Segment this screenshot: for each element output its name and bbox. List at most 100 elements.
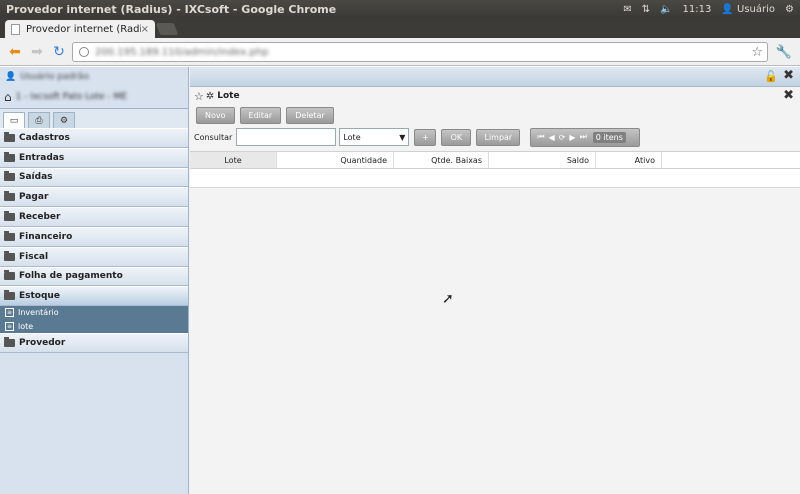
window-icon: ▭ [9, 115, 19, 126]
company-row[interactable]: ⌂ 1 - Ixcsoft Pato Lote - ME [0, 86, 188, 108]
tab-settings[interactable]: ⚙ [53, 112, 75, 128]
sidebar-item-fiscal[interactable]: Fiscal [0, 246, 188, 267]
sidebar-item-cadastros[interactable]: Cadastros [0, 128, 188, 148]
column-lote[interactable]: Lote [190, 152, 277, 168]
sidebar-subitem-label: Inventário [18, 308, 59, 318]
sidebar-item-label: Financeiro [19, 231, 73, 242]
folder-icon [4, 290, 15, 301]
os-top-bar: Provedor internet (Radius) - IXCsoft - G… [0, 0, 800, 18]
forward-arrow-icon[interactable]: ➡ [26, 44, 48, 60]
first-page-icon[interactable]: ⏮ [537, 132, 544, 142]
folder-icon [4, 191, 15, 202]
sidebar-item-folha[interactable]: Folha de pagamento [0, 266, 188, 287]
volume-icon[interactable]: 🔈 [660, 4, 672, 15]
column-quantidade[interactable]: Quantidade [277, 152, 394, 168]
novo-button[interactable]: Novo [196, 106, 235, 124]
sidebar-item-label: Cadastros [19, 132, 70, 143]
browser-tabstrip: Provedor internet (Radius) × [0, 18, 800, 38]
sidebar-item-estoque[interactable]: Estoque [0, 286, 188, 307]
sidebar-item-label: Entradas [19, 152, 65, 163]
column-ativo[interactable]: Ativo [596, 152, 662, 168]
refresh-gear-icon[interactable]: ✲ [206, 91, 214, 102]
settings-gear-icon[interactable]: ⚙ [785, 4, 794, 15]
pager: ⏮ ◀ ⟳ ▶ ⏭ 0 itens [530, 127, 641, 147]
new-tab-button[interactable] [155, 23, 179, 35]
prev-page-icon[interactable]: ◀ [549, 133, 555, 142]
sidebar-item-label: Fiscal [19, 251, 49, 262]
folder-icon [4, 270, 15, 281]
column-filler [662, 152, 800, 168]
document-icon: ≡ [5, 321, 14, 331]
editar-button[interactable]: Editar [239, 106, 282, 124]
sidebar-item-entradas[interactable]: Entradas [0, 147, 188, 168]
sidebar-item-label: Estoque [19, 291, 60, 302]
mail-icon[interactable]: ✉ [623, 4, 631, 15]
refresh-icon[interactable]: ⟳ [559, 133, 566, 142]
sidebar-item-receber[interactable]: Receber [0, 207, 188, 227]
sidebar-item-saidas[interactable]: Saídas [0, 167, 188, 188]
tab-close-icon[interactable]: × [141, 24, 149, 35]
add-filter-button[interactable]: + [414, 128, 437, 146]
folder-icon [4, 151, 15, 162]
sidebar-item-financeiro[interactable]: Financeiro [0, 226, 188, 247]
tab-title: Provedor internet (Radius) [26, 23, 141, 35]
column-qtde-baixas[interactable]: Qtde. Baixas [394, 152, 489, 168]
main-content: 🔓 ✖ ☆ ✲ Lote ✖ Novo Editar Deletar Consu… [190, 67, 800, 494]
browser-toolbar: ⬅ ➡ ↻ 200.195.189.110/admin/index.php ☆ … [0, 38, 800, 66]
address-bar[interactable]: 200.195.189.110/admin/index.php ☆ [72, 42, 768, 62]
sidebar-item-provedor[interactable]: Provedor [0, 333, 188, 353]
panel-close-icon[interactable]: ✖ [783, 88, 794, 103]
user-icon: 👤 [5, 71, 17, 82]
bookmark-star-icon[interactable]: ☆ [751, 45, 767, 60]
reload-icon[interactable]: ↻ [48, 44, 70, 60]
close-icon[interactable]: ✖ [783, 68, 794, 83]
favorite-star-icon[interactable]: ☆ [194, 90, 204, 103]
wrench-menu-icon[interactable]: 🔧 [776, 45, 792, 60]
clock[interactable]: 11:13 [683, 4, 712, 15]
system-tray: ✉ ⇅ 🔈 11:13 👤 Usuário ⚙ [623, 4, 800, 15]
app-area: 👤 Usuário padrão ⌂ 1 - Ixcsoft Pato Lote… [0, 67, 800, 494]
sidebar-item-pagar[interactable]: Pagar [0, 187, 188, 208]
sidebar-subitem-inventario[interactable]: ≡ Inventário [0, 306, 188, 320]
sidebar-item-label: Folha de pagamento [19, 271, 123, 282]
search-row: Consultar Lote ▼ + OK Limpar ⏮ ◀ ⟳ ▶ ⏭ 0… [190, 125, 800, 149]
company-label: 1 - Ixcsoft Pato Lote - ME [15, 92, 127, 102]
sidebar-item-label: Saídas [19, 172, 53, 183]
printer-icon: ⎙ [35, 115, 43, 126]
sidebar-subitem-label: lote [18, 321, 34, 331]
folder-icon [4, 131, 15, 142]
sidebar-item-label: Pagar [19, 192, 49, 203]
session-user[interactable]: 👤 Usuário [721, 4, 775, 15]
last-page-icon[interactable]: ⏭ [580, 132, 587, 142]
folder-icon [4, 230, 15, 241]
folder-icon [4, 337, 15, 348]
sidebar-item-label: Receber [19, 212, 61, 223]
folder-icon [4, 171, 15, 182]
sidebar-tabs: ▭ ⎙ ⚙ [0, 108, 188, 128]
ok-button[interactable]: OK [441, 128, 472, 146]
page-icon [11, 23, 20, 35]
sidebar-item-label: Provedor [19, 338, 66, 349]
search-input[interactable] [236, 128, 337, 146]
grid-header: Lote Quantidade Qtde. Baixas Saldo Ativo [190, 151, 800, 169]
window-title: Provedor internet (Radius) - IXCsoft - G… [6, 2, 337, 16]
sidebar-subitem-lote[interactable]: ≡ lote [0, 319, 188, 334]
deletar-button[interactable]: Deletar [286, 106, 334, 124]
search-field-select[interactable]: Lote ▼ [339, 128, 410, 146]
search-label: Consultar [194, 132, 233, 142]
column-saldo[interactable]: Saldo [489, 152, 596, 168]
limpar-button[interactable]: Limpar [476, 128, 521, 146]
back-arrow-icon[interactable]: ⬅ [4, 44, 26, 60]
action-buttons: Novo Editar Deletar [190, 105, 800, 125]
sidebar: 👤 Usuário padrão ⌂ 1 - Ixcsoft Pato Lote… [0, 67, 189, 494]
network-icon[interactable]: ⇅ [642, 4, 650, 15]
panel-title: Lote [217, 91, 240, 101]
tab-print[interactable]: ⎙ [28, 112, 50, 128]
browser-tab[interactable]: Provedor internet (Radius) × [5, 20, 155, 38]
next-page-icon[interactable]: ▶ [569, 133, 575, 142]
unlock-icon[interactable]: 🔓 [764, 70, 778, 83]
tab-windows[interactable]: ▭ [3, 112, 25, 128]
folder-icon [4, 211, 15, 222]
page-info-icon[interactable] [79, 47, 89, 57]
user-label: Usuário padrão [20, 71, 89, 82]
